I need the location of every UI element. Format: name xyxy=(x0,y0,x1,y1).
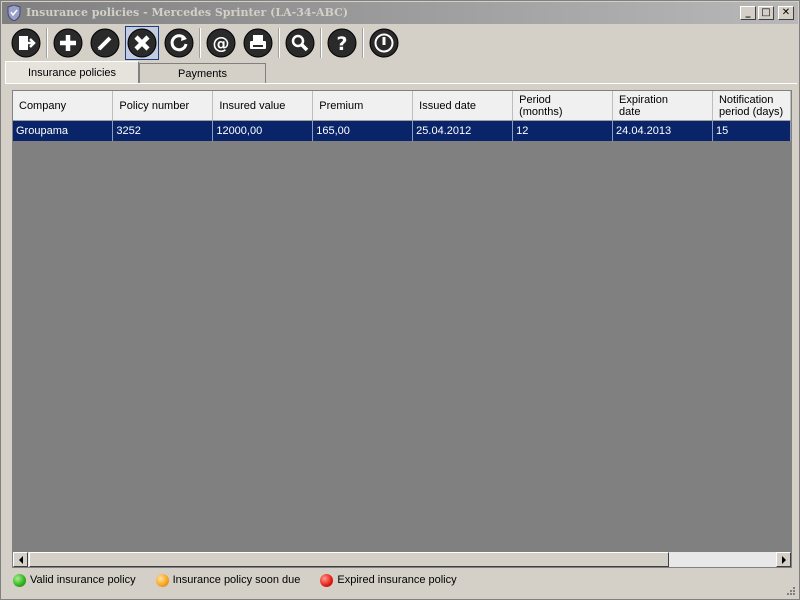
arrow-right-icon xyxy=(781,555,786,564)
legend-label-soon-due: Insurance policy soon due xyxy=(172,574,301,586)
cell-policy-number[interactable]: 3252 xyxy=(112,120,214,141)
add-icon xyxy=(53,28,83,58)
print-button[interactable] xyxy=(241,26,275,60)
column-header-insured-value[interactable]: Insured value xyxy=(212,91,314,121)
cell-premium[interactable]: 165,00 xyxy=(312,120,414,141)
red-dot-icon xyxy=(320,573,334,587)
svg-text:?: ? xyxy=(336,33,347,55)
window-title: Insurance policies - Mercedes Sprinter (… xyxy=(26,6,349,19)
policies-table: Company Policy number Insured value Prem… xyxy=(13,91,791,141)
power-button[interactable] xyxy=(367,26,401,60)
refresh-icon xyxy=(164,28,194,58)
legend-item-expired: Expired insurance policy xyxy=(320,573,457,587)
column-header-notification-period[interactable]: Notification period (days) xyxy=(712,91,791,121)
title-bar: Insurance policies - Mercedes Sprinter (… xyxy=(2,2,798,24)
horizontal-scrollbar[interactable] xyxy=(13,552,791,567)
column-header-company[interactable]: Company xyxy=(13,91,114,121)
refresh-button[interactable] xyxy=(162,26,196,60)
toolbar-separator xyxy=(46,28,48,58)
app-window: Insurance policies - Mercedes Sprinter (… xyxy=(0,0,800,600)
toolbar: @ ? xyxy=(9,25,404,61)
column-header-policy-number[interactable]: Policy number xyxy=(112,91,214,121)
arrow-left-icon xyxy=(18,555,23,564)
cell-expiration-date[interactable]: 24.04.2013 xyxy=(612,120,713,141)
status-legend: Valid insurance policy Insurance policy … xyxy=(13,571,477,589)
legend-item-valid: Valid insurance policy xyxy=(13,573,136,587)
minimize-button[interactable]: _ xyxy=(740,6,756,20)
table-header-row: Company Policy number Insured value Prem… xyxy=(13,91,791,121)
toolbar-separator xyxy=(278,28,280,58)
delete-icon xyxy=(127,28,157,58)
edit-icon xyxy=(90,28,120,58)
maximize-button[interactable]: □ xyxy=(758,6,774,20)
cell-insured-value[interactable]: 12000,00 xyxy=(212,120,314,141)
column-header-issued-date[interactable]: Issued date xyxy=(412,91,514,121)
scroll-left-button[interactable] xyxy=(13,552,28,567)
resize-grip-icon[interactable] xyxy=(785,585,795,595)
column-header-expiration-date[interactable]: Expiration date xyxy=(612,91,713,121)
legend-label-valid: Valid insurance policy xyxy=(30,574,136,586)
toolbar-separator xyxy=(362,28,364,58)
scroll-right-button[interactable] xyxy=(776,552,791,567)
toolbar-separator xyxy=(320,28,322,58)
legend-label-expired: Expired insurance policy xyxy=(337,574,457,586)
help-icon: ? xyxy=(327,28,357,58)
exit-icon xyxy=(11,28,41,58)
scroll-thumb[interactable] xyxy=(29,552,669,567)
search-button[interactable] xyxy=(283,26,317,60)
column-header-period[interactable]: Period (months) xyxy=(512,91,614,121)
cell-issued-date[interactable]: 25.04.2012 xyxy=(412,120,514,141)
column-header-premium[interactable]: Premium xyxy=(312,91,414,121)
print-icon xyxy=(243,28,273,58)
email-icon: @ xyxy=(206,28,236,58)
tab-payments[interactable]: Payments xyxy=(139,63,266,83)
delete-button[interactable] xyxy=(125,26,159,60)
tab-insurance-policies[interactable]: Insurance policies xyxy=(5,61,139,83)
cell-notification-period[interactable]: 15 xyxy=(712,120,791,141)
edit-button[interactable] xyxy=(88,26,122,60)
svg-text:@: @ xyxy=(213,34,230,54)
orange-dot-icon xyxy=(155,573,169,587)
help-button[interactable]: ? xyxy=(325,26,359,60)
power-icon xyxy=(369,28,399,58)
exit-button[interactable] xyxy=(9,26,43,60)
search-icon xyxy=(285,28,315,58)
table-row[interactable]: Groupama 3252 12000,00 165,00 25.04.2012… xyxy=(13,120,791,141)
add-button[interactable] xyxy=(51,26,85,60)
tab-panel-border xyxy=(5,83,797,84)
app-icon xyxy=(7,5,21,21)
cell-company[interactable]: Groupama xyxy=(13,120,114,141)
toolbar-separator xyxy=(199,28,201,58)
cell-period[interactable]: 12 xyxy=(512,120,614,141)
policies-grid: Company Policy number Insured value Prem… xyxy=(12,90,792,568)
green-dot-icon xyxy=(13,573,26,587)
close-button[interactable]: ✕ xyxy=(778,6,794,20)
email-button[interactable]: @ xyxy=(204,26,238,60)
legend-item-soon-due: Insurance policy soon due xyxy=(155,573,301,587)
